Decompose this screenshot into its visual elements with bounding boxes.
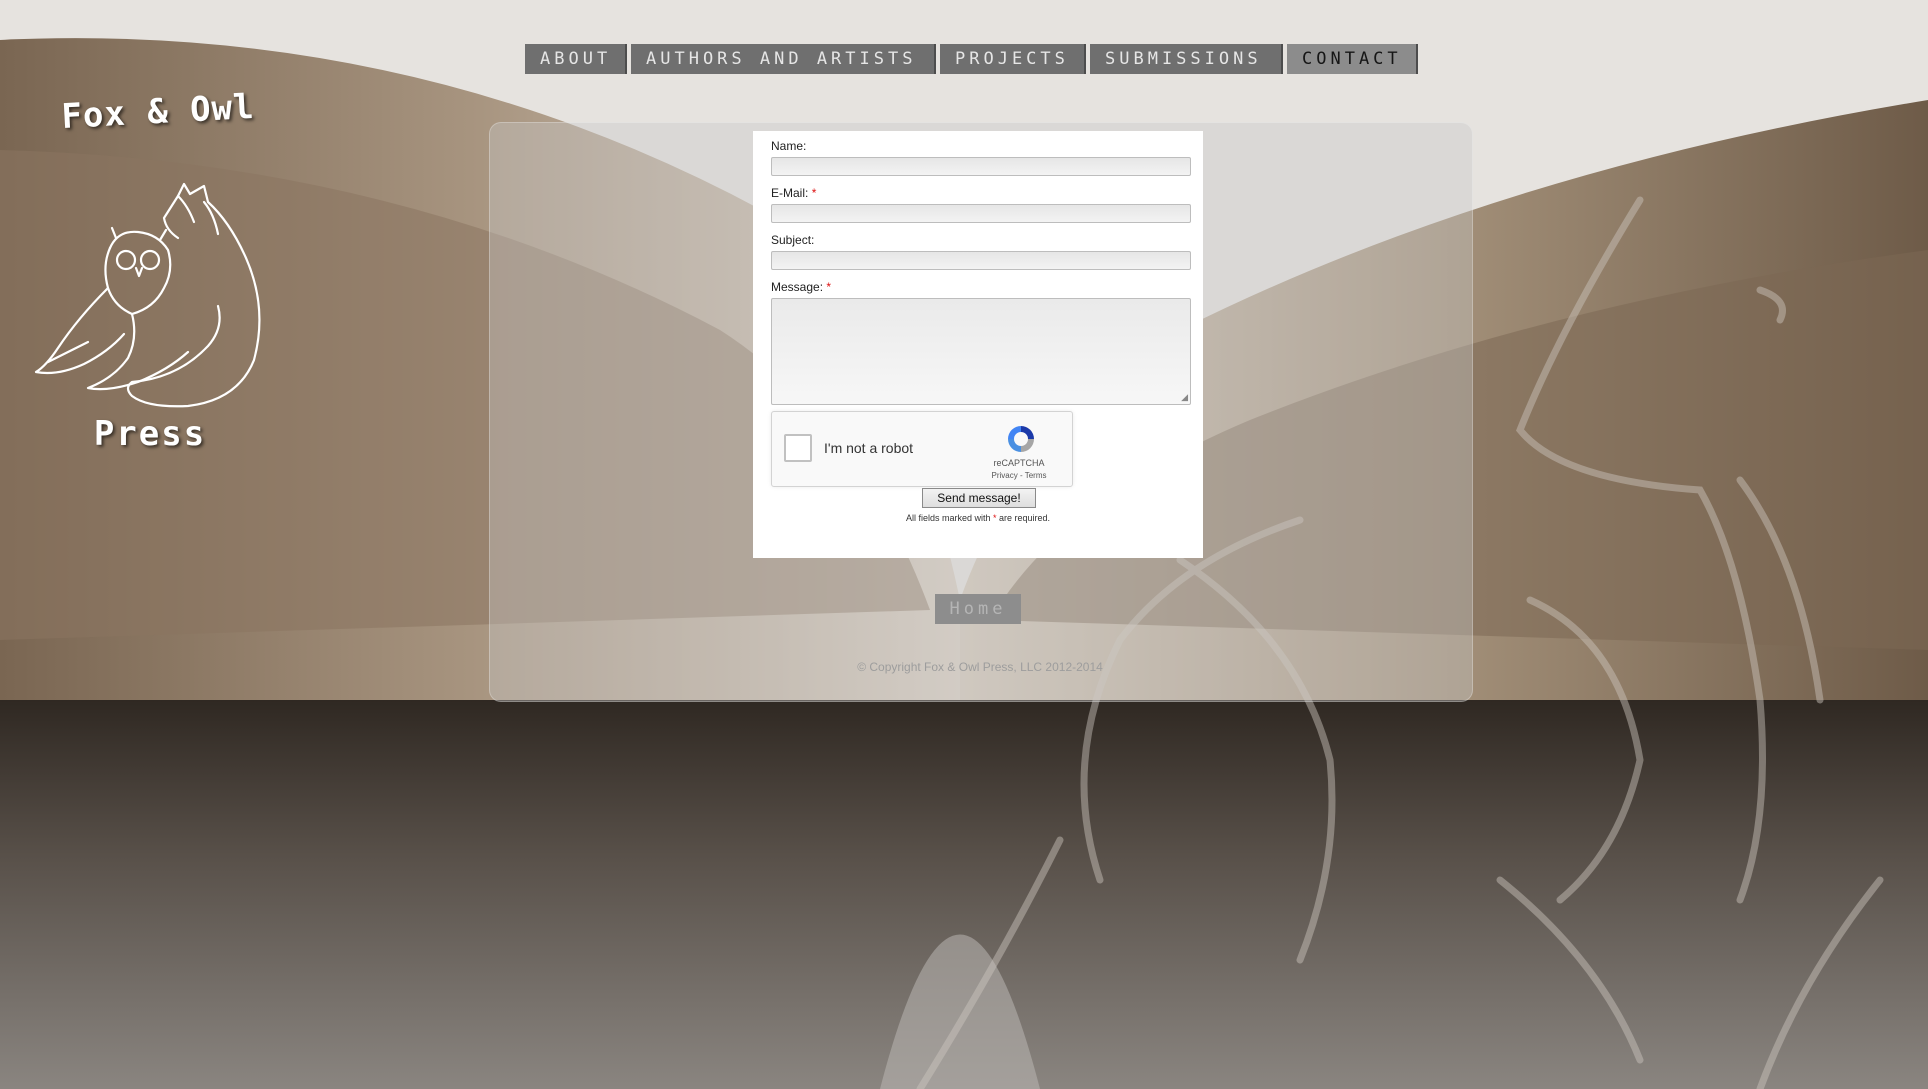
recaptcha-brand: reCAPTCHA <box>993 458 1045 468</box>
send-message-button[interactable]: Send message! <box>922 488 1036 508</box>
message-label: Message: * <box>771 280 832 294</box>
subject-input[interactable] <box>771 251 1191 270</box>
main-navigation: About Authors and Artists Projects Submi… <box>525 44 1418 74</box>
logo-title: Fox & Owl <box>60 86 256 138</box>
copyright-text: © Copyright Fox & Owl Press, LLC 2012-20… <box>857 660 1103 674</box>
required-marker: * <box>826 280 832 294</box>
recaptcha-label: I'm not a robot <box>824 440 914 456</box>
email-input[interactable] <box>771 204 1191 223</box>
nav-submissions[interactable]: Submissions <box>1090 44 1283 74</box>
required-marker: * <box>811 186 817 200</box>
resize-handle-icon[interactable]: ◢ <box>1181 392 1188 403</box>
logo-subtitle: Press <box>93 414 207 454</box>
name-input[interactable] <box>771 157 1191 176</box>
nav-projects[interactable]: Projects <box>940 44 1086 74</box>
recaptcha-checkbox[interactable] <box>784 434 812 462</box>
nav-about[interactable]: About <box>525 44 627 74</box>
nav-contact[interactable]: Contact <box>1287 44 1418 74</box>
name-label: Name: <box>771 139 807 153</box>
home-button[interactable]: Home <box>935 594 1021 624</box>
recaptcha-privacy-terms-links[interactable]: Privacy - Terms <box>987 471 1051 480</box>
email-label: E-Mail: * <box>771 186 817 200</box>
required-fields-note: All fields marked with * are required. <box>905 513 1051 523</box>
message-textarea[interactable]: ◢ <box>771 298 1191 405</box>
subject-label: Subject: <box>771 233 815 247</box>
fox-owl-press-logo[interactable]: Fox & Owl Press <box>28 87 288 464</box>
recaptcha-widget: I'm not a robot reCAPTCHA Privacy - Term… <box>771 411 1073 487</box>
nav-authors-and-artists[interactable]: Authors and Artists <box>631 44 936 74</box>
recaptcha-logo-icon <box>1008 426 1034 452</box>
contact-form: Name: E-Mail: * Subject: Message: * ◢ I'… <box>753 131 1203 558</box>
fox-owl-illustration-icon <box>34 182 261 408</box>
